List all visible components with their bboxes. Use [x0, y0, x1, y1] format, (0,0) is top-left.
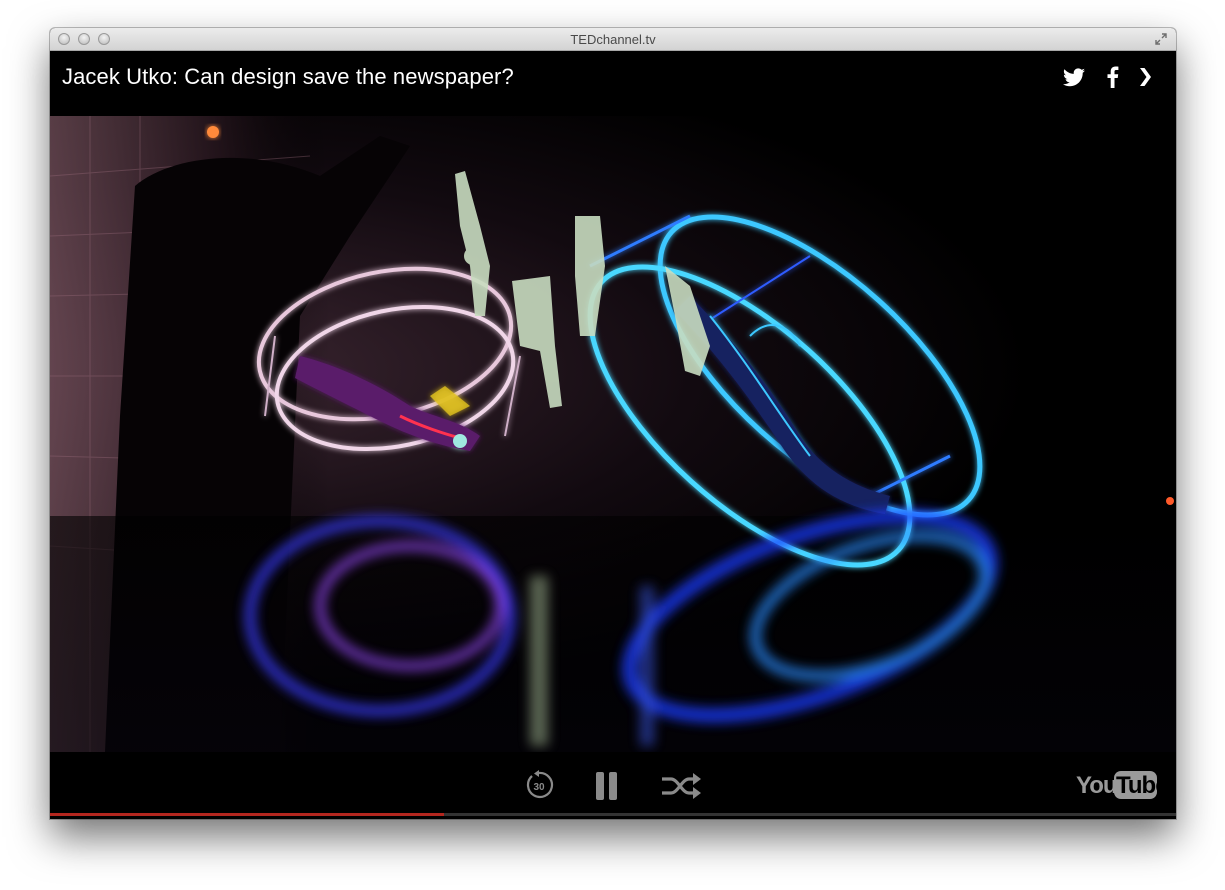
- youtube-logo-tube: Tube: [1116, 772, 1158, 799]
- rewind-label: 30: [533, 782, 545, 793]
- facebook-icon[interactable]: [1100, 64, 1126, 90]
- title-bar: TEDchannel.tv: [50, 28, 1176, 51]
- video-header: Jacek Utko: Can design save the newspape…: [50, 51, 1176, 116]
- playback-controls: 30 You Tube: [50, 752, 1176, 816]
- youtube-logo-you: You: [1076, 772, 1117, 799]
- youtube-logo[interactable]: You Tube: [1076, 769, 1169, 801]
- window-title: TEDchannel.tv: [570, 32, 656, 47]
- progress-bar[interactable]: [50, 813, 1176, 816]
- next-icon[interactable]: [1132, 64, 1158, 90]
- video-frame-image: [50, 116, 1176, 752]
- app-window: TEDchannel.tv Jacek Utko: Can design sav…: [50, 28, 1176, 819]
- rewind-30-icon[interactable]: 30: [524, 770, 554, 800]
- progress-fill: [50, 813, 445, 816]
- twitter-icon[interactable]: [1061, 64, 1087, 90]
- pause-icon[interactable]: [594, 770, 620, 802]
- shuffle-icon[interactable]: [660, 772, 702, 800]
- video-frame[interactable]: [50, 116, 1176, 752]
- fullscreen-icon[interactable]: [1154, 32, 1168, 46]
- video-title: Jacek Utko: Can design save the newspape…: [62, 64, 514, 89]
